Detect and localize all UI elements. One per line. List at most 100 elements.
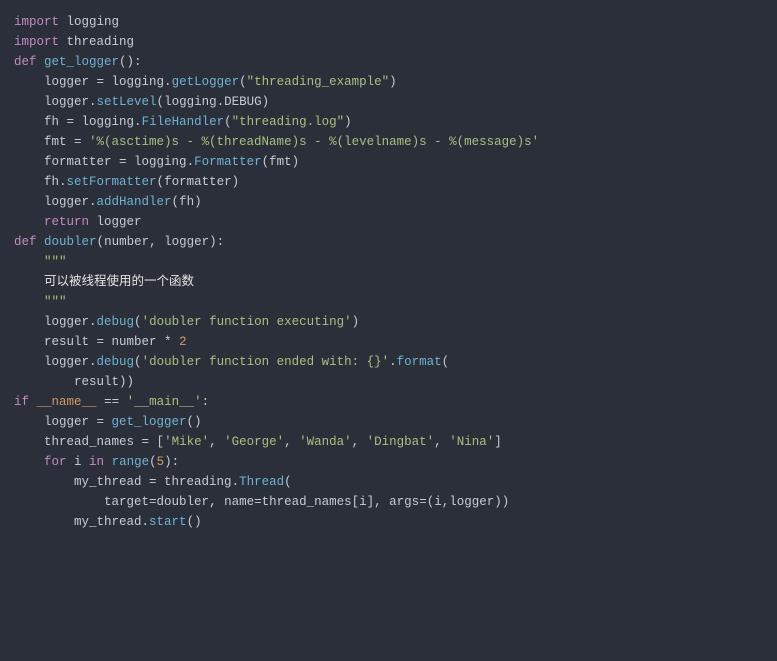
code-token-fn: setFormatter bbox=[67, 175, 157, 189]
code-block: import loggingimport threadingdef get_lo… bbox=[0, 0, 777, 544]
code-token-id: result bbox=[14, 375, 119, 389]
code-line: """ bbox=[14, 252, 763, 272]
code-token-id: fh bbox=[14, 175, 59, 189]
code-token-op: = bbox=[97, 75, 112, 89]
code-line: import logging bbox=[14, 12, 763, 32]
code-token-op: =( bbox=[419, 495, 434, 509]
code-token-op: . bbox=[217, 95, 225, 109]
code-token-op: . bbox=[89, 315, 97, 329]
code-token-op: , bbox=[149, 235, 164, 249]
code-token-op: ( bbox=[149, 455, 157, 469]
code-line: 可以被线程使用的一个函数 bbox=[14, 272, 763, 292]
code-token-op: ) bbox=[262, 95, 270, 109]
code-token-id: args bbox=[389, 495, 419, 509]
code-token-op: ] bbox=[494, 435, 502, 449]
code-line: """ bbox=[14, 292, 763, 312]
code-line: target=doubler, name=thread_names[i], ar… bbox=[14, 492, 763, 512]
code-token-id bbox=[29, 395, 37, 409]
code-line: result = number * 2 bbox=[14, 332, 763, 352]
code-token-str: 'Nina' bbox=[449, 435, 494, 449]
code-token-id bbox=[104, 455, 112, 469]
code-token-op: == bbox=[104, 395, 127, 409]
code-token-kw: for bbox=[44, 455, 67, 469]
code-line: my_thread.start() bbox=[14, 512, 763, 532]
code-line: thread_names = ['Mike', 'George', 'Wanda… bbox=[14, 432, 763, 452]
code-token-mag: __name__ bbox=[37, 395, 97, 409]
code-token-id: DEBUG bbox=[224, 95, 262, 109]
code-token-op: . bbox=[389, 355, 397, 369]
code-token-op: ( bbox=[172, 195, 180, 209]
code-token-id: name bbox=[224, 495, 254, 509]
code-token-str: "threading.log" bbox=[232, 115, 345, 129]
code-token-op: . bbox=[89, 95, 97, 109]
code-token-id: logger bbox=[89, 215, 142, 229]
code-token-op: ) bbox=[292, 155, 300, 169]
code-token-op: . bbox=[59, 175, 67, 189]
code-token-id: logger bbox=[14, 195, 89, 209]
code-token-op: ( bbox=[239, 75, 247, 89]
code-token-fn: Thread bbox=[239, 475, 284, 489]
code-token-id: number bbox=[112, 335, 165, 349]
code-token-id: fh bbox=[14, 115, 67, 129]
code-token-id: logger bbox=[14, 75, 97, 89]
code-token-id bbox=[97, 395, 105, 409]
code-line: my_thread = threading.Thread( bbox=[14, 472, 763, 492]
code-token-op: = bbox=[254, 495, 262, 509]
code-token-op: [ bbox=[352, 495, 360, 509]
code-token-op: = bbox=[119, 155, 134, 169]
code-token-id: logger bbox=[449, 495, 494, 509]
code-token-fn: getLogger bbox=[172, 75, 240, 89]
code-token-id: i bbox=[67, 455, 90, 469]
code-token-str: 'George' bbox=[224, 435, 284, 449]
code-token-str: 'Mike' bbox=[164, 435, 209, 449]
code-token-op: ( bbox=[157, 175, 165, 189]
code-token-op: ( bbox=[97, 235, 105, 249]
code-token-id: fmt bbox=[269, 155, 292, 169]
code-token-id: logger bbox=[14, 415, 97, 429]
code-line: def doubler(number, logger): bbox=[14, 232, 763, 252]
code-token-id: my_thread bbox=[14, 515, 142, 529]
code-token-op: , bbox=[209, 435, 224, 449]
code-token-id bbox=[37, 55, 45, 69]
code-token-op: = bbox=[149, 475, 164, 489]
code-token-op: , bbox=[209, 495, 224, 509]
code-token-op: ) bbox=[344, 115, 352, 129]
code-token-fn: Formatter bbox=[194, 155, 262, 169]
code-token-id: logger bbox=[14, 95, 89, 109]
code-token-op: . bbox=[187, 155, 195, 169]
code-token-fn: get_logger bbox=[44, 55, 119, 69]
code-token-fn: debug bbox=[97, 315, 135, 329]
code-token-op: ) bbox=[389, 75, 397, 89]
code-token-id: thread_names bbox=[262, 495, 352, 509]
code-token-op: , bbox=[352, 435, 367, 449]
code-token-id: formatter bbox=[164, 175, 232, 189]
code-token-op: . bbox=[89, 355, 97, 369]
code-token-id: logging bbox=[112, 75, 165, 89]
code-token-id: threading bbox=[164, 475, 232, 489]
code-token-id: logging bbox=[164, 95, 217, 109]
code-token-op: , bbox=[434, 435, 449, 449]
code-token-fn: setLevel bbox=[97, 95, 157, 109]
code-token-str: '%(asctime)s - %(threadName)s - %(leveln… bbox=[89, 135, 539, 149]
code-token-fn: FileHandler bbox=[142, 115, 225, 129]
code-token-str: 'doubler function executing' bbox=[142, 315, 352, 329]
code-token-op: . bbox=[232, 475, 240, 489]
code-line: logger.addHandler(fh) bbox=[14, 192, 763, 212]
code-line: logger = get_logger() bbox=[14, 412, 763, 432]
code-token-str: 'Dingbat' bbox=[367, 435, 435, 449]
code-token-op: ( bbox=[442, 355, 450, 369]
code-token-str: 'doubler function ended with: {}' bbox=[142, 355, 390, 369]
code-token-op: . bbox=[134, 115, 142, 129]
code-token-num: 5 bbox=[157, 455, 165, 469]
code-token-id: logging bbox=[134, 155, 187, 169]
code-token-op: * bbox=[164, 335, 179, 349]
code-token-op: . bbox=[89, 195, 97, 209]
code-token-id bbox=[14, 215, 44, 229]
code-token-cmt: 可以被线程使用的一个函数 bbox=[44, 275, 194, 289]
code-token-op: ( bbox=[134, 355, 142, 369]
code-token-id: logger bbox=[14, 355, 89, 369]
code-token-id: fh bbox=[179, 195, 194, 209]
code-token-kw: def bbox=[14, 235, 37, 249]
code-token-op: ) bbox=[352, 315, 360, 329]
code-token-id: i bbox=[434, 495, 442, 509]
